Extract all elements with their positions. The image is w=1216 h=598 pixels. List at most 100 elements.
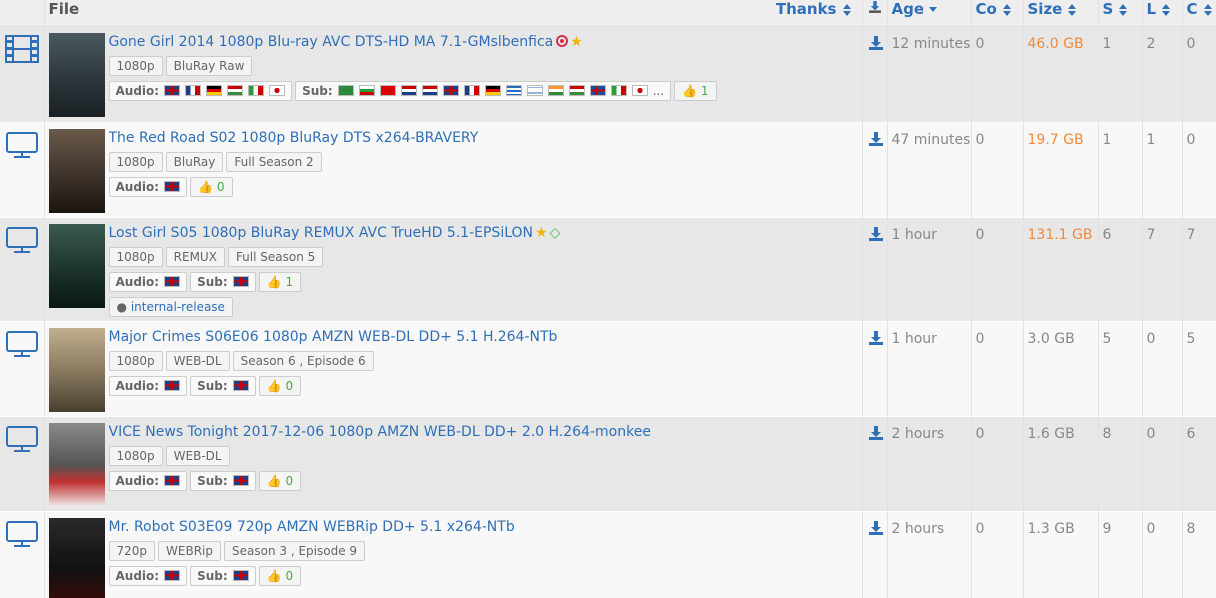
thanks-button[interactable]: 👍 0 — [258, 470, 302, 491]
monitor-icon[interactable] — [0, 520, 44, 548]
flag-is-icon — [589, 84, 606, 96]
table-row: The Red Road S02 1080p BluRay DTS x264-B… — [0, 122, 1216, 217]
comments-cell[interactable]: 0 — [971, 217, 1024, 321]
file-cell: Mr. Robot S03E09 720p AMZN WEBRip DD+ 5.… — [44, 511, 863, 598]
file-cell: Lost Girl S05 1080p BluRay REMUX AVC Tru… — [44, 217, 863, 321]
thanks-button[interactable]: 👍 0 — [258, 375, 302, 396]
flag-jp-icon — [269, 84, 286, 96]
header-file[interactable]: File Thanks — [44, 0, 863, 27]
thanks-button[interactable]: 👍 1 — [674, 80, 717, 101]
file-cell: The Red Road S02 1080p BluRay DTS x264-B… — [44, 122, 863, 217]
tag-season: Full Season 5 — [227, 246, 324, 267]
poster-image[interactable] — [48, 422, 105, 507]
download-icon[interactable] — [868, 520, 883, 535]
completed-cell: 8 — [1182, 511, 1216, 598]
thanks-button[interactable]: 👍 1 — [258, 271, 302, 292]
poster-image[interactable] — [48, 517, 105, 598]
download-cell[interactable] — [862, 217, 888, 321]
monitor-icon[interactable] — [0, 131, 44, 159]
comments-cell[interactable]: 0 — [971, 321, 1024, 416]
sort-icon — [1067, 3, 1077, 16]
audio-languages: Audio: — [108, 176, 188, 197]
age-cell: 1 hour — [887, 217, 972, 321]
subtitle-languages: Sub: — [190, 271, 256, 292]
flag-uk-icon — [164, 569, 181, 581]
comments-cell[interactable]: 0 — [971, 511, 1024, 598]
category-cell[interactable] — [0, 321, 45, 416]
header-l[interactable]: L — [1142, 0, 1183, 27]
monitor-icon[interactable] — [0, 226, 44, 254]
thanks-button[interactable]: 👍 0 — [190, 176, 233, 197]
file-cell: Gone Girl 2014 1080p Blu-ray AVC DTS-HD … — [44, 26, 863, 122]
category-cell[interactable] — [0, 217, 45, 321]
comments-cell[interactable]: 0 — [971, 416, 1024, 511]
diamond-icon: ◇ — [549, 224, 561, 241]
download-cell[interactable] — [862, 321, 888, 416]
subtitle-languages: Sub:... — [295, 80, 672, 101]
internal-release-tag[interactable]: ● internal-release — [108, 296, 233, 317]
film-icon[interactable] — [0, 34, 44, 63]
leechers-cell: 0 — [1142, 416, 1183, 511]
category-cell[interactable] — [0, 122, 45, 217]
download-icon — [868, 1, 881, 13]
flag-it-icon — [248, 84, 265, 96]
audio-languages: Audio: — [108, 470, 188, 491]
flag-in-icon — [547, 84, 564, 96]
header-thanks[interactable]: Thanks — [776, 0, 852, 18]
sort-icon — [842, 3, 852, 16]
monitor-icon[interactable] — [0, 425, 44, 453]
tag-source: WEBRip — [158, 540, 221, 561]
download-icon[interactable] — [868, 35, 883, 50]
poster-image[interactable] — [48, 32, 105, 117]
download-icon[interactable] — [868, 131, 883, 146]
tag-resolution: 1080p — [108, 246, 163, 267]
torrent-title-link[interactable]: Lost Girl S05 1080p BluRay REMUX AVC Tru… — [109, 224, 858, 242]
age-cell: 1 hour — [887, 321, 972, 416]
header-s[interactable]: S — [1098, 0, 1143, 27]
completed-cell: 0 — [1182, 122, 1216, 217]
download-icon[interactable] — [868, 330, 883, 345]
tag-source: BluRay Raw — [165, 55, 253, 76]
torrent-title-link[interactable]: Gone Girl 2014 1080p Blu-ray AVC DTS-HD … — [109, 33, 858, 51]
thanks-button[interactable]: 👍 0 — [258, 565, 302, 586]
seeders-cell: 9 — [1098, 511, 1143, 598]
age-cell: 47 minutes — [887, 122, 972, 217]
flag-uk-icon — [232, 275, 249, 287]
header-co[interactable]: Co — [971, 0, 1024, 27]
monitor-icon[interactable] — [0, 330, 44, 358]
table-row: Gone Girl 2014 1080p Blu-ray AVC DTS-HD … — [0, 26, 1216, 122]
torrent-title-link[interactable]: VICE News Tonight 2017-12-06 1080p AMZN … — [109, 423, 858, 441]
thumbs-up-icon: 👍 — [266, 274, 282, 289]
download-icon[interactable] — [868, 226, 883, 241]
completed-cell: 5 — [1182, 321, 1216, 416]
download-icon[interactable] — [868, 425, 883, 440]
download-cell[interactable] — [862, 416, 888, 511]
tag-season: Full Season 2 — [226, 151, 322, 172]
header-size[interactable]: Size — [1023, 0, 1099, 27]
download-cell[interactable] — [862, 122, 888, 217]
seeders-cell: 5 — [1098, 321, 1143, 416]
flag-cn-icon — [379, 84, 396, 96]
download-cell[interactable] — [862, 511, 888, 598]
poster-image[interactable] — [48, 223, 105, 308]
torrent-title-link[interactable]: The Red Road S02 1080p BluRay DTS x264-B… — [109, 129, 858, 147]
sort-icon — [1002, 3, 1012, 16]
category-cell[interactable] — [0, 511, 45, 598]
poster-image[interactable] — [48, 128, 105, 213]
category-cell[interactable] — [0, 26, 45, 122]
flag-il-icon — [526, 84, 543, 96]
flag-uk-icon — [232, 474, 249, 486]
comments-cell[interactable]: 0 — [971, 122, 1024, 217]
torrent-title-link[interactable]: Mr. Robot S03E09 720p AMZN WEBRip DD+ 5.… — [109, 518, 858, 536]
seeders-cell: 1 — [1098, 122, 1143, 217]
comments-cell[interactable]: 0 — [971, 26, 1024, 122]
tag-resolution: 1080p — [108, 55, 163, 76]
header-age[interactable]: Age — [887, 0, 972, 27]
tag-resolution: 1080p — [108, 151, 163, 172]
flag-hu-icon — [227, 84, 244, 96]
poster-image[interactable] — [48, 327, 105, 412]
torrent-title-link[interactable]: Major Crimes S06E06 1080p AMZN WEB-DL DD… — [109, 328, 858, 346]
category-cell[interactable] — [0, 416, 45, 511]
download-cell[interactable] — [862, 26, 888, 122]
header-c[interactable]: C — [1182, 0, 1216, 27]
